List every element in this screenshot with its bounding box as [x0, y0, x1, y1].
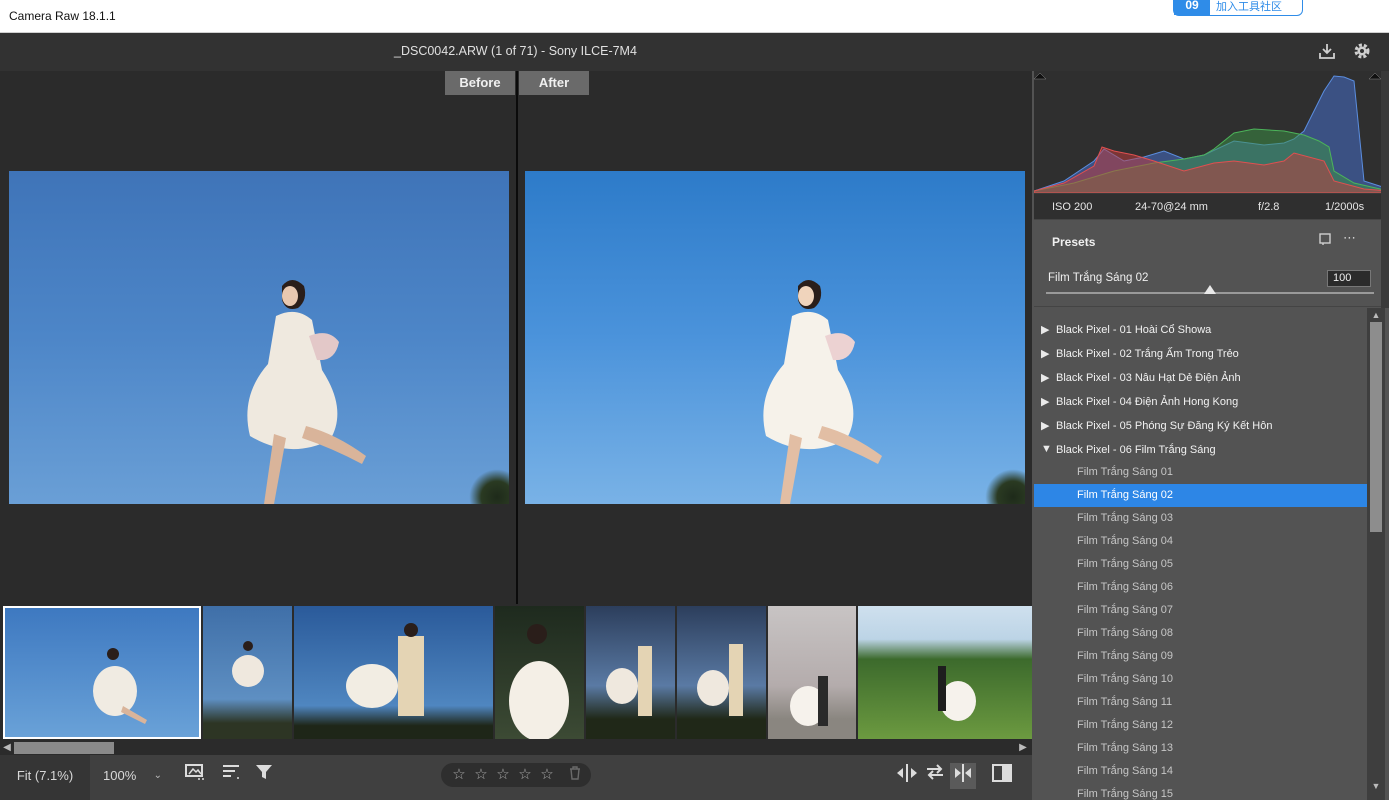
star-icon[interactable]: ☆ [515, 766, 535, 784]
bride-figure [763, 280, 882, 504]
preset-item[interactable]: Film Trắng Sáng 15 [1034, 783, 1368, 800]
tab-before[interactable]: Before [445, 71, 515, 95]
preset-item[interactable]: Film Trắng Sáng 07 [1034, 599, 1368, 622]
scrollbar-thumb[interactable] [14, 742, 114, 754]
histogram [1034, 71, 1389, 193]
scrollbar-thumb[interactable] [1370, 322, 1382, 532]
preset-item[interactable]: Film Trắng Sáng 11 [1034, 691, 1368, 714]
preset-item[interactable]: Film Trắng Sáng 12 [1034, 714, 1368, 737]
thumbnail[interactable] [495, 606, 584, 739]
star-icon[interactable]: ☆ [449, 766, 469, 784]
preset-item[interactable]: Film Trắng Sáng 05 [1034, 553, 1368, 576]
scroll-left-icon[interactable]: ◀ [1, 741, 13, 755]
triangle-right-icon: ▶ [1041, 372, 1050, 384]
preset-item[interactable]: Film Trắng Sáng 04 [1034, 530, 1368, 553]
trash-icon[interactable] [565, 766, 585, 784]
sort-icon[interactable] [218, 763, 244, 789]
before-after-viewer[interactable]: Before After [0, 71, 1032, 604]
filmstrip [0, 604, 1032, 741]
thumbnail[interactable] [294, 606, 493, 739]
window-titlebar: Camera Raw 18.1.1 09 加入工具社区 [0, 0, 1389, 33]
triangle-right-icon: ▶ [1041, 348, 1050, 360]
copy-settings-icon[interactable] [950, 763, 976, 789]
preset-item[interactable]: Film Trắng Sáng 13 [1034, 737, 1368, 760]
preset-group[interactable]: ▶ Black Pixel - 05 Phóng Sự Đăng Ký Kết H… [1034, 414, 1368, 438]
star-icon[interactable]: ☆ [493, 766, 513, 784]
file-name: _DSC0042.ARW (1 of 71) - Sony ILCE-7M4 [394, 44, 637, 58]
scroll-right-icon[interactable]: ▶ [1017, 741, 1029, 755]
presets-header: Presets ⋯ [1034, 219, 1389, 261]
thumbnail[interactable] [586, 606, 675, 739]
zoom-select[interactable]: 100% ⌄ [92, 755, 166, 800]
lens-value: 24-70@24 mm [1135, 201, 1208, 213]
filmstrip-options-icon[interactable] [182, 763, 208, 789]
preset-group[interactable]: ▶ Black Pixel - 03 Nâu Hạt Dẻ Điện Ảnh [1034, 366, 1368, 390]
after-photo [525, 171, 1025, 504]
preset-group[interactable]: ▶ Black Pixel - 02 Trắng Ấm Trong Trẻo [1034, 342, 1368, 366]
toggle-view-icon[interactable] [989, 763, 1015, 789]
thumbnail[interactable] [677, 606, 766, 739]
preset-item[interactable]: Film Trắng Sáng 09 [1034, 645, 1368, 668]
aperture-value: f/2.8 [1258, 201, 1280, 213]
preset-item[interactable]: Film Trắng Sáng 08 [1034, 622, 1368, 645]
scroll-down-icon[interactable]: ▼ [1367, 780, 1385, 792]
preset-group-expanded[interactable]: ▼ Black Pixel - 06 Film Trắng Sáng [1034, 438, 1368, 462]
window-title: Camera Raw 18.1.1 [9, 9, 116, 23]
filmstrip-scrollbar[interactable]: ◀ ▶ [0, 741, 1032, 755]
star-icon[interactable]: ☆ [471, 766, 491, 784]
swap-icon[interactable] [922, 763, 948, 789]
tab-after[interactable]: After [519, 71, 589, 95]
preset-amount: Film Trắng Sáng 02 100 [1034, 261, 1389, 307]
star-icon[interactable]: ☆ [537, 766, 557, 784]
filter-icon[interactable] [251, 763, 277, 789]
community-badge[interactable]: 09 加入工具社区 [1173, 0, 1303, 16]
preset-list: ▶ Black Pixel - 01 Hoài Cổ Showa ▶ Black P… [1034, 308, 1368, 800]
preset-item[interactable]: Film Trắng Sáng 14 [1034, 760, 1368, 783]
triangle-right-icon: ▶ [1041, 324, 1050, 336]
shutter-value: 1/2000s [1325, 201, 1365, 213]
triangle-down-icon: ▼ [1041, 443, 1052, 455]
preset-item[interactable]: Film Trắng Sáng 01 [1034, 461, 1368, 484]
thumbnail[interactable] [768, 606, 856, 739]
exif-info: ISO 200 24-70@24 mm f/2.8 1/2000s [1034, 193, 1389, 219]
badge-number: 09 [1174, 0, 1210, 15]
amount-label: Film Trắng Sáng 02 [1048, 272, 1149, 284]
presets-title: Presets [1052, 235, 1096, 249]
thumbnail[interactable] [3, 606, 201, 739]
preset-item[interactable]: Film Trắng Sáng 03 [1034, 507, 1368, 530]
thumbnail[interactable] [203, 606, 292, 739]
amount-slider-handle[interactable] [1204, 285, 1216, 294]
preset-list-scrollbar[interactable]: ▲ ▼ [1367, 308, 1385, 800]
preset-item[interactable]: Film Trắng Sáng 06 [1034, 576, 1368, 599]
more-options-icon[interactable]: ⋯ [1343, 230, 1356, 246]
preset-group[interactable]: ▶ Black Pixel - 01 Hoài Cổ Showa [1034, 318, 1368, 342]
chevron-down-icon[interactable]: ⌄ [154, 755, 162, 797]
thumbnail[interactable] [858, 606, 1032, 739]
before-photo [9, 171, 509, 504]
preset-group[interactable]: ▶ Black Pixel - 04 Điện Ảnh Hong Kong [1034, 390, 1368, 414]
compare-divider[interactable] [516, 71, 518, 604]
iso-value: ISO 200 [1052, 201, 1093, 213]
scroll-up-icon[interactable]: ▲ [1367, 309, 1385, 321]
image-header: _DSC0042.ARW (1 of 71) - Sony ILCE-7M4 [0, 33, 1389, 71]
zoom-value: 100% [103, 768, 137, 783]
preset-item[interactable]: Film Trắng Sáng 10 [1034, 668, 1368, 691]
triangle-right-icon: ▶ [1041, 420, 1050, 432]
fit-zoom-button[interactable]: Fit (7.1%) [0, 755, 90, 800]
bottom-toolbar: Fit (7.1%) 100% ⌄ ☆ ☆ ☆ ☆ ☆ [0, 755, 1032, 800]
panel-scrollbar[interactable] [1381, 71, 1389, 308]
preset-item-selected[interactable]: Film Trắng Sáng 02 [1034, 484, 1368, 507]
star-rating: ☆ ☆ ☆ ☆ ☆ [441, 763, 591, 787]
gear-icon[interactable] [1351, 41, 1373, 63]
save-image-icon[interactable] [1316, 41, 1338, 63]
compare-mode-icon[interactable] [894, 763, 920, 789]
triangle-right-icon: ▶ [1041, 396, 1050, 408]
new-preset-icon[interactable] [1318, 232, 1332, 249]
bride-figure [247, 280, 366, 504]
right-panel: ISO 200 24-70@24 mm f/2.8 1/2000s Preset… [1034, 71, 1389, 800]
amount-input[interactable]: 100 [1327, 270, 1371, 287]
badge-text: 加入工具社区 [1216, 1, 1282, 13]
